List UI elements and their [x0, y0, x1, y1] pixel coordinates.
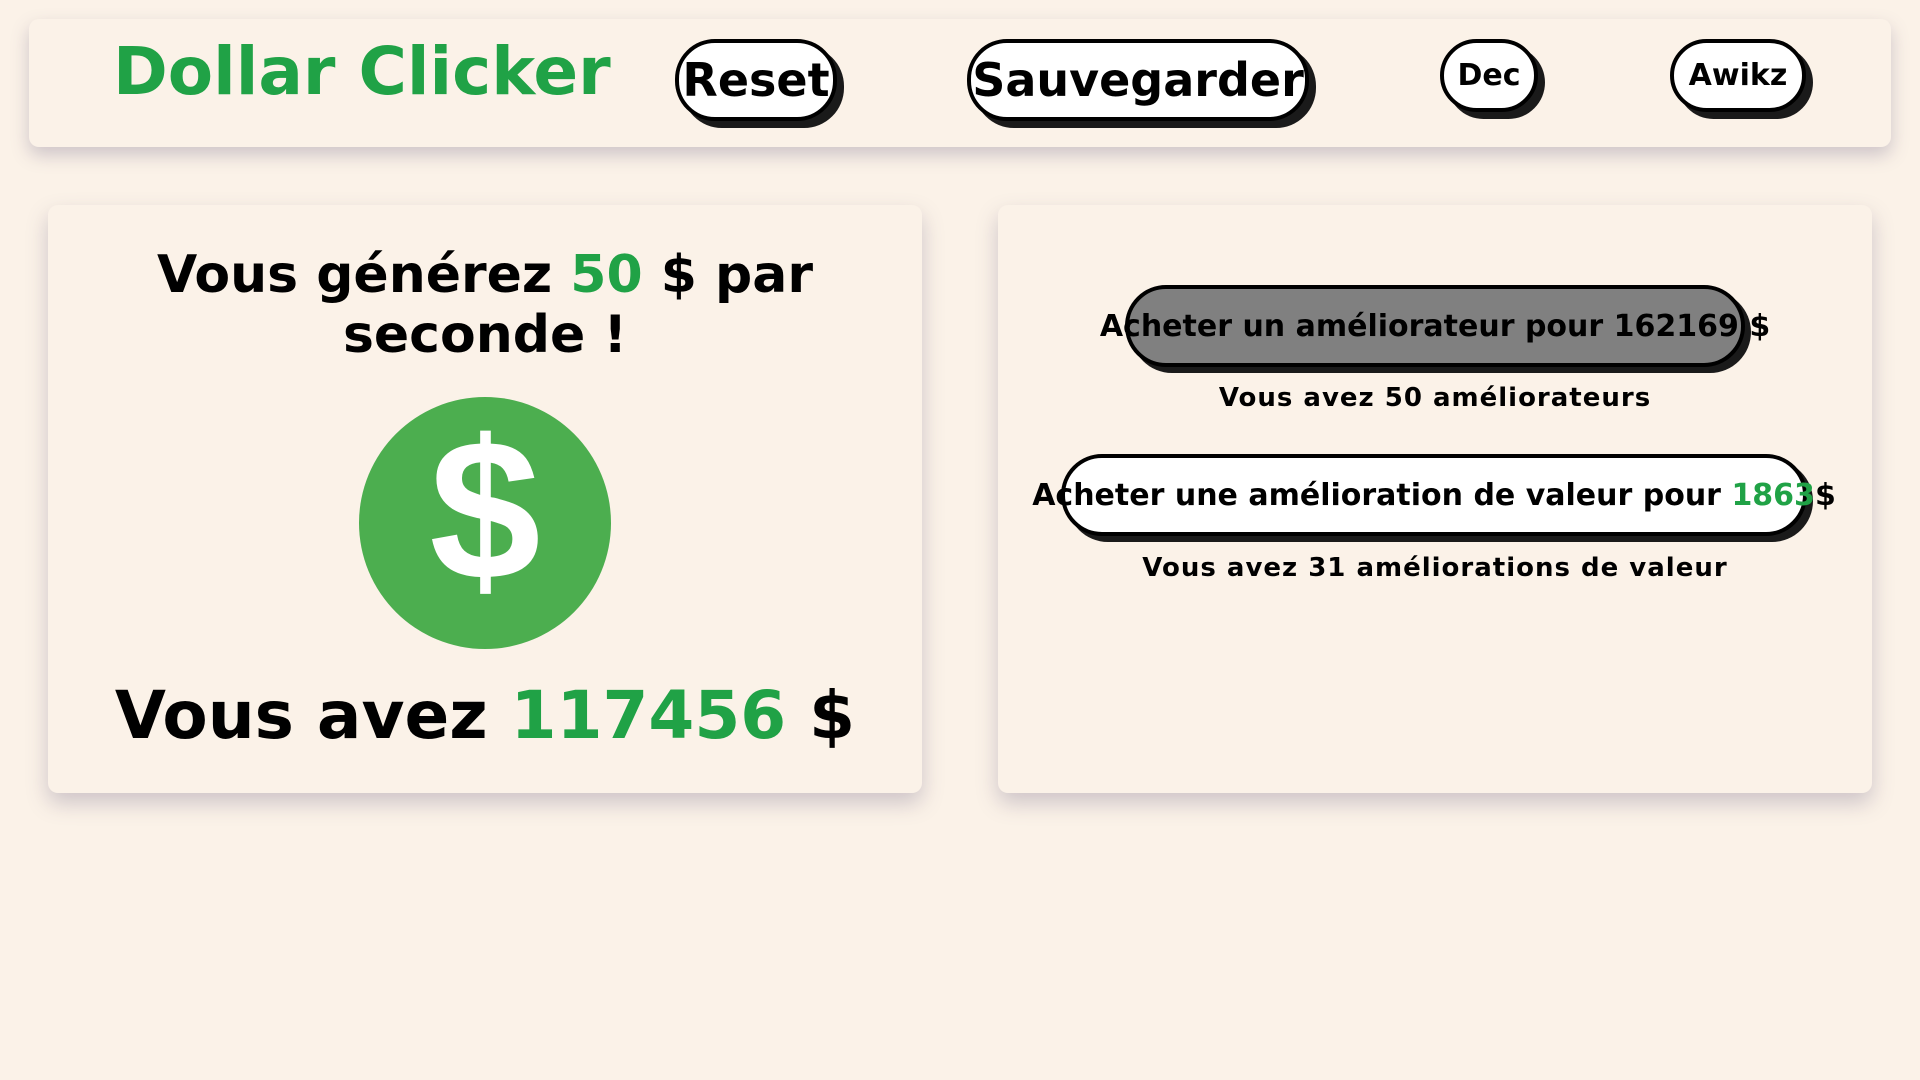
dollar-sign-icon: $ — [429, 399, 540, 622]
rate-prefix: Vous générez — [157, 245, 571, 305]
app-title: Dollar Clicker — [113, 33, 611, 110]
upgrades-panel: Acheter un améliorateur pour 162169 $ Vo… — [998, 205, 1872, 793]
balance-value: 117456 — [510, 677, 787, 754]
improver-count: Vous avez 50 améliorateurs — [1218, 383, 1652, 413]
balance-text: Vous avez 117456 $ — [68, 677, 902, 754]
top-bar: Dollar Clicker Reset Sauvegarder Dec Awi… — [29, 19, 1891, 147]
svg-text:$: $ — [429, 399, 540, 622]
balance-prefix: Vous avez — [114, 677, 511, 754]
reset-button[interactable]: Reset — [675, 39, 837, 121]
rate-value: 50 — [570, 245, 643, 305]
balance-suffix: $ — [786, 677, 856, 754]
buy-value-upgrade-button[interactable]: Acheter une amélioration de valeur pour … — [1032, 454, 1836, 536]
dec-button[interactable]: Dec — [1440, 39, 1538, 112]
buy-improver-button[interactable]: Acheter un améliorateur pour 162169 $ — [1100, 285, 1770, 367]
save-button[interactable]: Sauvegarder — [967, 39, 1309, 121]
generator-panel: Vous générez 50 $ par seconde ! $ Vous a… — [48, 205, 922, 793]
value-upgrade-prefix: Acheter une amélioration de valeur pour — [1032, 477, 1721, 513]
rate-text: Vous générez 50 $ par seconde ! — [108, 245, 862, 365]
value-upgrade-price: 1863 — [1731, 477, 1815, 513]
value-upgrade-count: Vous avez 31 améliorations de valeur — [1142, 553, 1728, 583]
value-upgrade-suffix: $ — [1814, 477, 1836, 513]
dollar-click-button[interactable]: $ — [359, 397, 611, 649]
awikz-button[interactable]: Awikz — [1670, 39, 1806, 112]
